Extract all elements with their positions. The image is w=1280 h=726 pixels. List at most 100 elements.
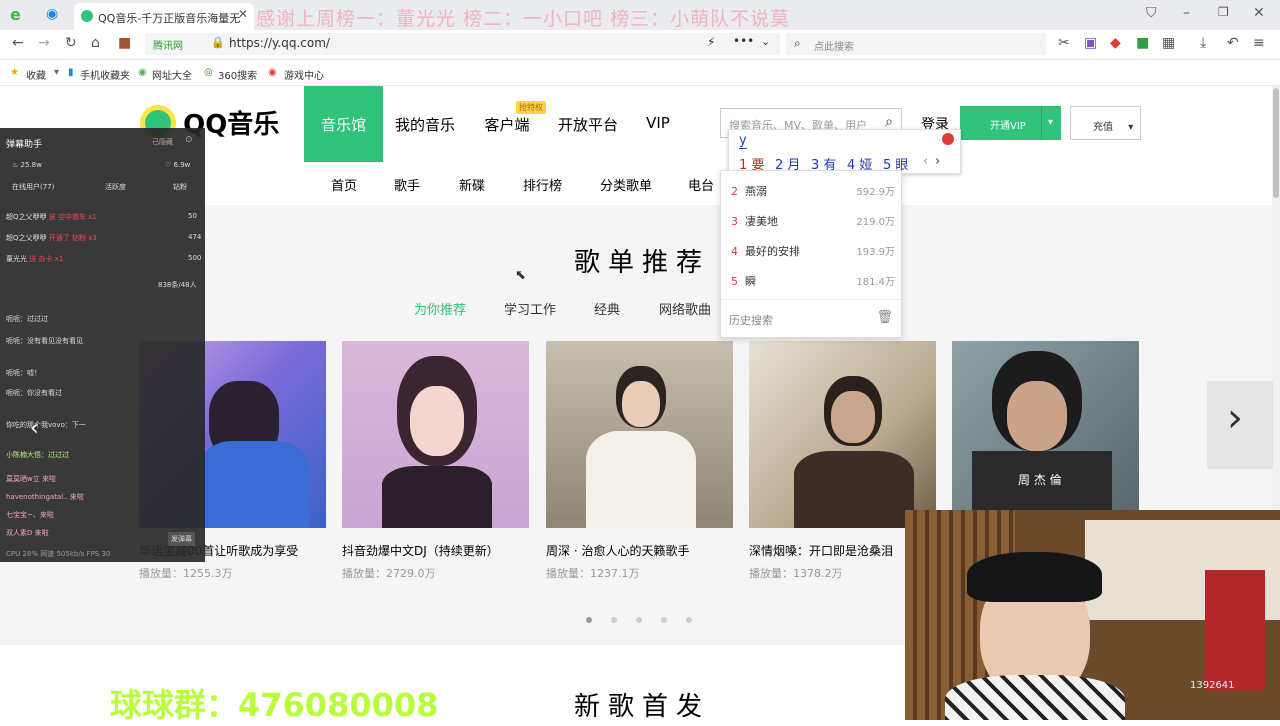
playlist-card[interactable]: 周深 · 治愈人心的天籁歌手 播放量：1237.1万 (546, 341, 733, 581)
section-title: 歌单推荐 (574, 248, 711, 278)
category-network-songs[interactable]: 网络歌曲 (659, 299, 711, 318)
carousel-dot[interactable] (661, 617, 667, 623)
bookmark-mobile[interactable]: 手机收藏夹 (80, 67, 130, 82)
suggestion-item[interactable]: 2 燕溺 592.9万 (731, 183, 895, 199)
bookmark-360[interactable]: 360搜索 (218, 67, 257, 82)
tab-title: QQ音乐-千万正版音乐海量无 (98, 12, 241, 25)
ime-candidate-window[interactable]: y 1 要 2 月 3 有 4 娅 5 眼 ‹ › (728, 129, 961, 174)
chat-message: 你吃的那个我vovo：下一 (6, 421, 86, 429)
more-icon[interactable]: ••• (733, 34, 754, 48)
playlist-cover[interactable] (342, 341, 529, 528)
bookmark-games[interactable]: 游戏中心 (284, 67, 324, 82)
game-center-icon: ◉ (268, 67, 277, 78)
category-study-work[interactable]: 学习工作 (504, 299, 556, 318)
charge-button[interactable]: 充值 ▾ (1070, 106, 1141, 140)
likes-count: 6.9w (173, 161, 191, 169)
shirt-icon[interactable]: ⛉ (1146, 5, 1157, 21)
nav-client[interactable]: 客户端 (467, 86, 547, 162)
gift-text: 开通了 钻粉 x3 (48, 234, 97, 242)
scissors-icon[interactable]: ✂ (1058, 35, 1070, 51)
search-icon[interactable]: ⌕ (885, 114, 893, 130)
carousel-prev-icon[interactable]: ‹ (30, 416, 39, 441)
home-icon[interactable]: ⌂ (91, 35, 100, 51)
gift-user: 董光光 (6, 255, 27, 263)
close-tab-icon[interactable]: ✕ (238, 7, 248, 21)
360-icon: ◎ (204, 67, 213, 78)
bookmarks-bar: ★ 收藏 ▾ ▮ 手机收藏夹 ◉ 网址大全 ◎ 360搜索 ◉ 游戏中心 (0, 60, 1280, 86)
browser-logo-icon[interactable]: e (10, 5, 21, 24)
playlist-cover[interactable] (749, 341, 936, 528)
open-vip-label: 开通VIP (990, 121, 1026, 132)
suggestion-item[interactable]: 4 最好的安排 193.9万 (731, 243, 895, 259)
open-vip-button[interactable]: 开通VIP ▾ (960, 106, 1061, 140)
search-icon: ⌕ (794, 36, 801, 50)
overlay-marquee: 感谢上周榜一：董光光 榜二：一小口吧 榜三：小萌队不说莫 (256, 8, 791, 30)
ime-prev-icon[interactable]: ‹ (923, 154, 928, 169)
ime-next-icon[interactable]: › (935, 154, 940, 169)
forward-icon[interactable]: → (38, 35, 50, 51)
playlist-cover[interactable] (546, 341, 733, 528)
download-icon[interactable]: ⤓ (1200, 35, 1206, 51)
suggestion-text: 燕溺 (745, 185, 767, 198)
chevron-down-icon[interactable]: ⌄ (761, 35, 770, 48)
subnav-charts[interactable]: 排行榜 (523, 175, 562, 194)
restore-icon[interactable]: ❐ (1218, 5, 1229, 19)
game-icon[interactable]: ◆ (1110, 35, 1121, 51)
compass-icon[interactable]: ◉ (46, 6, 58, 22)
gift-row: 董光光 送 办卡 x1 500 (6, 254, 201, 264)
menu-icon[interactable]: ≡ (1253, 35, 1265, 51)
suggestion-rank: 4 (731, 245, 738, 258)
subnav-new-albums[interactable]: 新碟 (459, 175, 485, 194)
close-window-icon[interactable]: ✕ (1253, 5, 1265, 21)
nav-vip[interactable]: VIP (629, 86, 687, 162)
subnav-playlists[interactable]: 分类歌单 (600, 175, 652, 194)
danmaku-tab[interactable]: 钻粉 (173, 182, 187, 192)
nav-my-music[interactable]: 我的音乐 (383, 86, 467, 162)
back-icon[interactable]: ← (12, 35, 24, 51)
carousel-next-button[interactable]: › (1207, 381, 1273, 469)
playlist-card[interactable]: 抖音劲爆中文DJ（持续更新） 播放量：2729.0万 (342, 341, 529, 581)
ime-logo-icon[interactable] (942, 133, 954, 145)
vip-dropdown-icon[interactable]: ▾ (1041, 106, 1061, 140)
minimize-icon[interactable]: – (1183, 5, 1190, 21)
playlist-title[interactable]: 周深 · 治愈人心的天籁歌手 (546, 542, 733, 559)
nav-music-hall[interactable]: 音乐馆 (304, 86, 383, 162)
carousel-dot[interactable] (686, 617, 692, 623)
suggestion-item[interactable]: 3 凄美地 219.0万 (731, 213, 895, 229)
wechat-icon[interactable]: ■ (1136, 35, 1149, 51)
danmaku-tab[interactable]: 在线用户(77) (12, 182, 54, 192)
refresh-icon[interactable]: ↻ (65, 35, 77, 51)
playlist-card[interactable]: 周 杰 倫 (952, 341, 1139, 528)
playlist-title[interactable]: 抖音劲爆中文DJ（持续更新） (342, 542, 529, 559)
translate-icon[interactable]: ▣ (1084, 35, 1097, 51)
suggestion-item[interactable]: 5 瞬 181.4万 (731, 273, 895, 289)
lock-icon[interactable]: ⊙ (185, 135, 193, 145)
bookmark-favorites[interactable]: 收藏 (26, 67, 46, 82)
apps-icon[interactable]: ▦ (1162, 35, 1175, 51)
danmaku-tab[interactable]: 活跃度 (105, 182, 126, 192)
address-bar[interactable]: 腾讯网 🔒 https://y.qq.com/ ⚡ ••• ⌄ (145, 33, 780, 55)
search-suggestions: 2 燕溺 592.9万 3 凄美地 219.0万 4 最好的安排 193.9万 5 瞬 181.… (720, 170, 902, 338)
playlist-cover[interactable]: 周 杰 倫 (952, 341, 1139, 528)
favorites-dropdown-icon[interactable]: ▾ (54, 67, 59, 78)
category-classic[interactable]: 经典 (594, 299, 620, 318)
carousel-dot[interactable] (586, 617, 592, 623)
browser-tab[interactable]: QQ音乐-千万正版音乐海量无 (74, 3, 254, 30)
undo-icon[interactable]: ↶ (1227, 35, 1239, 51)
nav-open-platform[interactable]: 开放平台 (547, 86, 629, 162)
subnav-singers[interactable]: 歌手 (394, 175, 420, 194)
subnav-home[interactable]: 首页 (331, 175, 357, 194)
lightning-icon[interactable]: ⚡ (707, 35, 715, 49)
carousel-dot[interactable] (611, 617, 617, 623)
briefcase-icon[interactable]: ■ (118, 35, 131, 51)
danmaku-status[interactable]: 已隐藏 (152, 137, 173, 147)
browser-search-box[interactable]: ⌕ 点此搜索 (786, 33, 1046, 55)
send-danmaku-button[interactable]: 发弹幕 (168, 532, 195, 546)
carousel-dot[interactable] (636, 617, 642, 623)
chat-message: 小陈楠大悟：过过过 (6, 451, 69, 459)
trash-icon[interactable]: 🗑 (876, 310, 893, 325)
category-recommended[interactable]: 为你推荐 (414, 299, 466, 318)
bookmark-sitenav[interactable]: 网址大全 (152, 67, 192, 82)
subnav-radio[interactable]: 电台 (688, 175, 714, 194)
webcam-overlay: 1392641 (905, 510, 1280, 720)
